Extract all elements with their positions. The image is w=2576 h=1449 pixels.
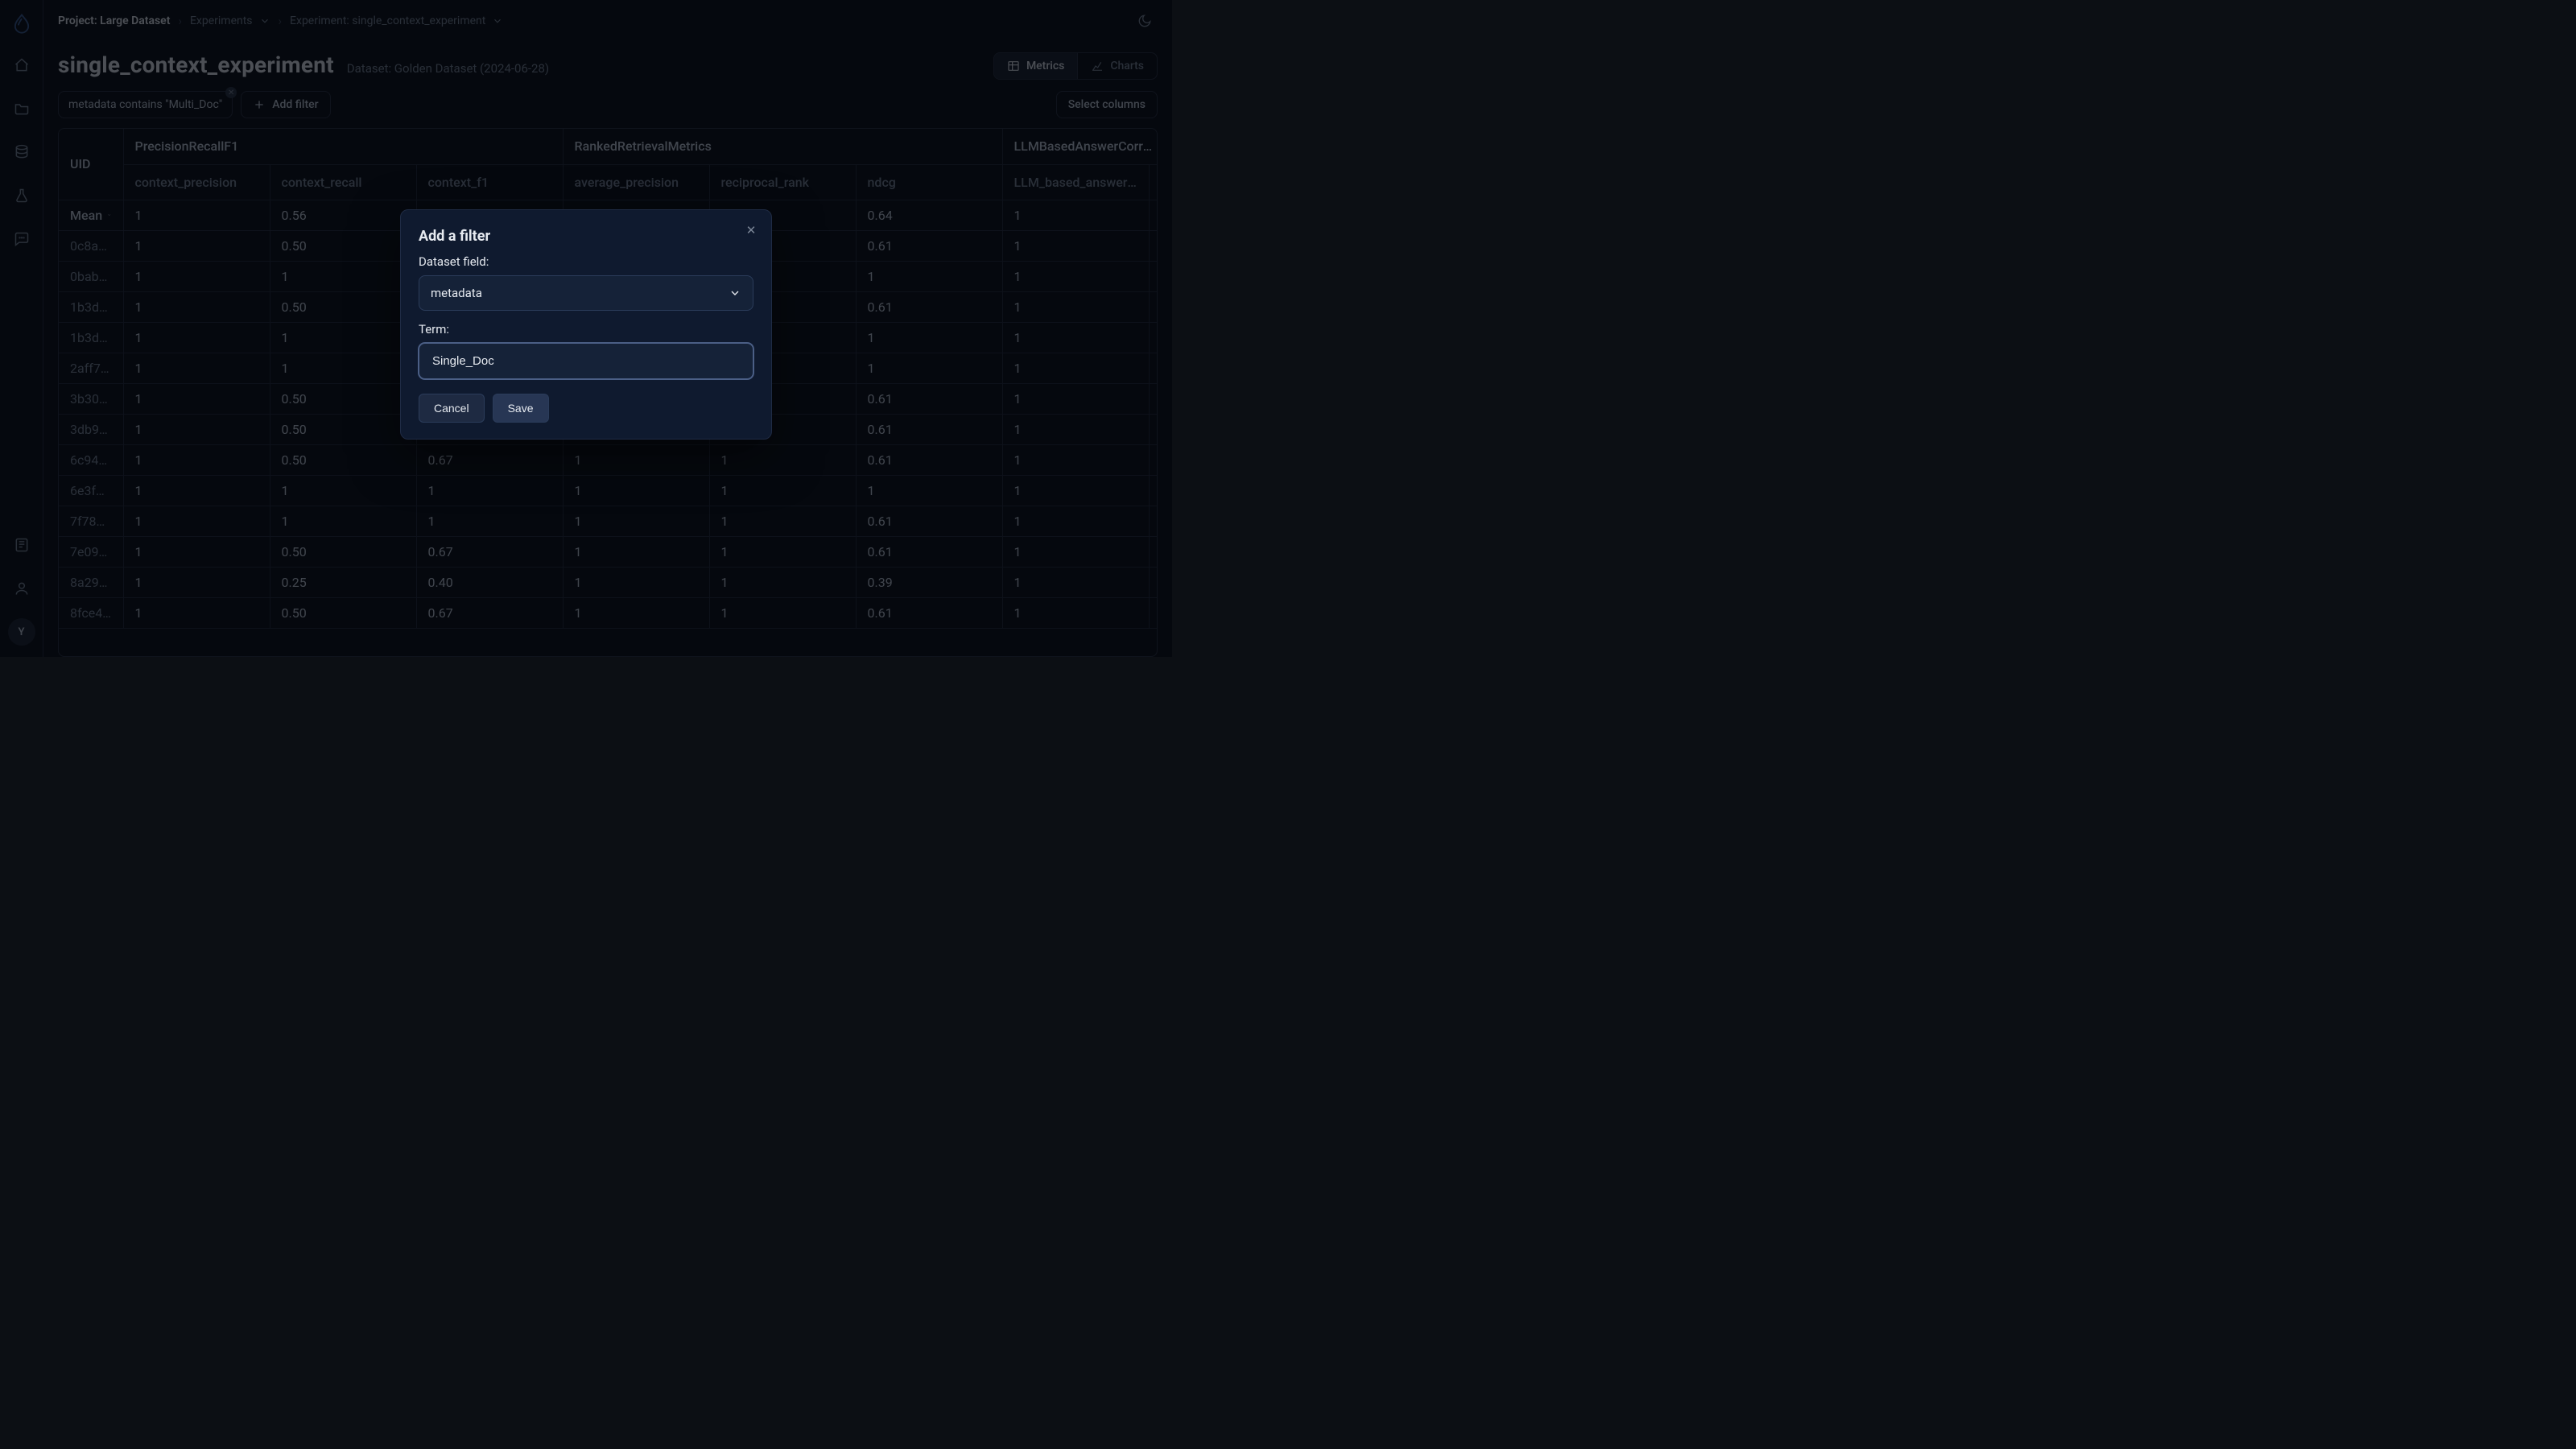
modal-cancel[interactable]: Cancel xyxy=(419,394,485,423)
modal-field-label: Dataset field: xyxy=(419,254,753,269)
modal-overlay[interactable]: ✕ Add a filter Dataset field: metadata T… xyxy=(0,0,1172,657)
modal-term-label: Term: xyxy=(419,322,753,336)
add-filter-modal: ✕ Add a filter Dataset field: metadata T… xyxy=(400,209,772,440)
modal-term-input[interactable] xyxy=(431,353,741,369)
modal-title: Add a filter xyxy=(419,228,753,245)
modal-field-select[interactable]: metadata xyxy=(419,275,753,311)
modal-save[interactable]: Save xyxy=(493,394,549,423)
modal-close[interactable]: ✕ xyxy=(742,221,760,239)
chevron-down-icon xyxy=(729,287,741,299)
modal-actions: Cancel Save xyxy=(419,394,753,423)
app-root: Y Project: Large Dataset › Experiments ›… xyxy=(0,0,1172,657)
modal-field-value: metadata xyxy=(431,286,482,300)
modal-term-input-wrap xyxy=(419,343,753,379)
